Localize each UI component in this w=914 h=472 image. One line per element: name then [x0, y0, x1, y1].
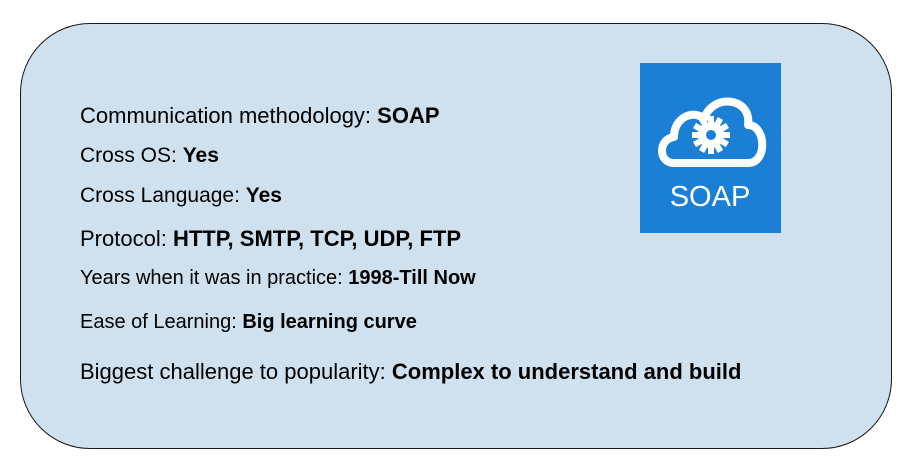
info-label: Ease of Learning:	[80, 311, 243, 333]
info-line-communication-methodology: Communication methodology: SOAP	[80, 105, 440, 127]
info-line-protocol: Protocol: HTTP, SMTP, TCP, UDP, FTP	[80, 228, 461, 250]
info-value: 1998-Till Now	[348, 267, 476, 289]
info-value: HTTP, SMTP, TCP, UDP, FTP	[172, 226, 462, 251]
info-line-biggest-challenge: Biggest challenge to popularity: Complex…	[80, 361, 741, 383]
info-label: Protocol:	[80, 226, 173, 251]
info-value: Yes	[182, 144, 219, 167]
info-value: SOAP	[377, 103, 440, 128]
info-value: Big learning curve	[242, 311, 417, 333]
info-value: Yes	[245, 184, 282, 207]
info-line-cross-language: Cross Language: Yes	[80, 185, 282, 206]
info-label: Biggest challenge to popularity:	[80, 359, 392, 384]
info-label: Communication methodology:	[80, 103, 378, 128]
info-line-ease-of-learning: Ease of Learning: Big learning curve	[80, 312, 417, 332]
info-value: Complex to understand and build	[391, 359, 742, 384]
info-line-years-in-practice: Years when it was in practice: 1998-Till…	[80, 268, 476, 288]
logo-text: SOAP	[670, 181, 751, 213]
info-label: Years when it was in practice:	[80, 267, 349, 289]
info-label: Cross OS:	[80, 144, 183, 167]
info-label: Cross Language:	[80, 184, 246, 207]
info-line-cross-os: Cross OS: Yes	[80, 145, 219, 166]
soap-logo: SOAP	[640, 63, 781, 233]
